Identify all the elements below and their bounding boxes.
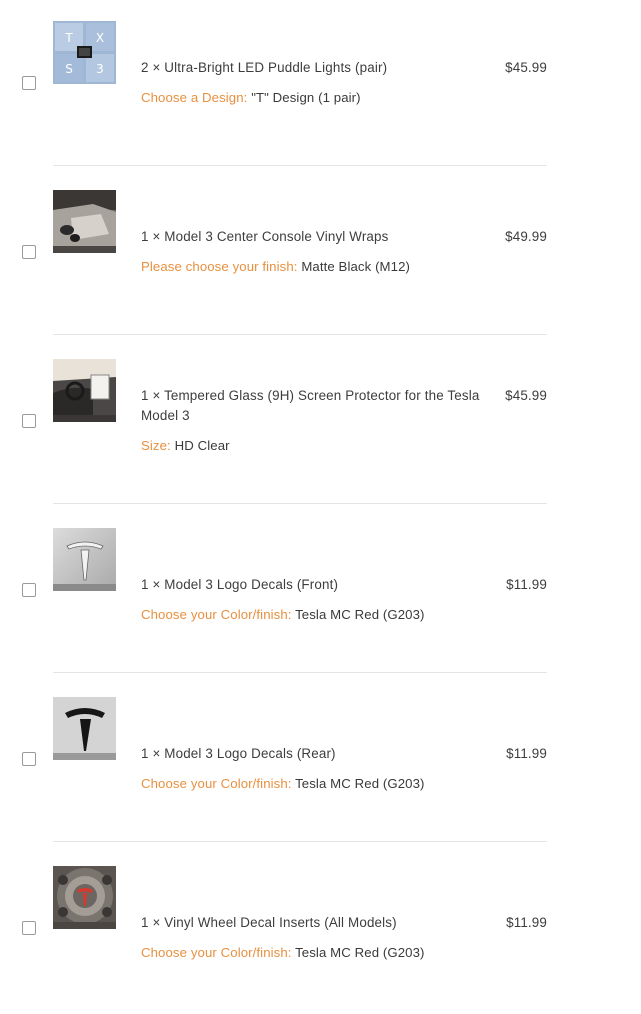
item-title[interactable]: 1 × Model 3 Logo Decals (Rear): [141, 744, 491, 764]
item-info: 1 × Model 3 Center Console Vinyl Wraps P…: [141, 227, 491, 277]
puddle-lights-thumbnail[interactable]: T X S 3: [53, 21, 116, 84]
item-info: 1 × Model 3 Logo Decals (Front) Choose y…: [141, 575, 491, 625]
item-price: $11.99: [506, 577, 547, 592]
item-checkbox[interactable]: [22, 76, 36, 90]
item-option: Please choose your finish: Matte Black (…: [141, 257, 491, 277]
item-option: Choose your Color/finish: Tesla MC Red (…: [141, 774, 491, 794]
item-option: Choose your Color/finish: Tesla MC Red (…: [141, 605, 491, 625]
screen-protector-thumbnail[interactable]: [53, 359, 116, 422]
item-checkbox[interactable]: [22, 414, 36, 428]
svg-text:S: S: [65, 62, 73, 76]
logo-decal-front-thumbnail[interactable]: [53, 528, 116, 591]
option-label: Choose your Color/finish:: [141, 945, 292, 960]
item-title[interactable]: 1 × Vinyl Wheel Decal Inserts (All Model…: [141, 913, 491, 933]
item-checkbox[interactable]: [22, 921, 36, 935]
option-value: Tesla MC Red (G203): [295, 945, 425, 960]
item-price: $11.99: [506, 915, 547, 930]
item-info: 1 × Model 3 Logo Decals (Rear) Choose yo…: [141, 744, 491, 794]
order-items-list: T X S 3 2 × Ultra-Bright LED Puddle Ligh…: [0, 0, 641, 1014]
list-item: 1 × Vinyl Wheel Decal Inserts (All Model…: [0, 845, 641, 1014]
item-price: $49.99: [505, 229, 547, 244]
option-label: Size:: [141, 438, 171, 453]
option-label: Choose a Design:: [141, 90, 248, 105]
option-value: HD Clear: [174, 438, 230, 453]
list-item: T X S 3 2 × Ultra-Bright LED Puddle Ligh…: [0, 0, 641, 169]
list-item: 1 × Model 3 Center Console Vinyl Wraps P…: [0, 169, 641, 338]
option-value: Tesla MC Red (G203): [295, 607, 425, 622]
item-title[interactable]: 1 × Tempered Glass (9H) Screen Protector…: [141, 386, 491, 426]
item-title[interactable]: 1 × Model 3 Logo Decals (Front): [141, 575, 491, 595]
logo-decal-rear-thumbnail[interactable]: [53, 697, 116, 760]
item-price: $11.99: [506, 746, 547, 761]
item-info: 1 × Vinyl Wheel Decal Inserts (All Model…: [141, 913, 491, 963]
svg-text:X: X: [96, 31, 104, 45]
item-checkbox[interactable]: [22, 752, 36, 766]
item-option: Choose a Design: "T" Design (1 pair): [141, 88, 491, 108]
item-title[interactable]: 2 × Ultra-Bright LED Puddle Lights (pair…: [141, 58, 491, 78]
item-info: 1 × Tempered Glass (9H) Screen Protector…: [141, 386, 491, 456]
center-console-thumbnail[interactable]: [53, 190, 116, 253]
list-item: 1 × Model 3 Logo Decals (Front) Choose y…: [0, 507, 641, 676]
item-option: Choose your Color/finish: Tesla MC Red (…: [141, 943, 491, 963]
option-value: "T" Design (1 pair): [251, 90, 361, 105]
option-label: Please choose your finish:: [141, 259, 298, 274]
item-price: $45.99: [505, 388, 547, 403]
option-value: Matte Black (M12): [301, 259, 411, 274]
item-title[interactable]: 1 × Model 3 Center Console Vinyl Wraps: [141, 227, 491, 247]
svg-text:3: 3: [96, 62, 104, 76]
item-checkbox[interactable]: [22, 583, 36, 597]
wheel-decal-thumbnail[interactable]: [53, 866, 116, 929]
item-price: $45.99: [505, 60, 547, 75]
option-label: Choose your Color/finish:: [141, 607, 292, 622]
list-item: 1 × Tempered Glass (9H) Screen Protector…: [0, 338, 641, 507]
item-checkbox[interactable]: [22, 245, 36, 259]
svg-text:T: T: [64, 31, 73, 45]
option-value: Tesla MC Red (G203): [295, 776, 425, 791]
item-option: Size: HD Clear: [141, 436, 491, 456]
item-info: 2 × Ultra-Bright LED Puddle Lights (pair…: [141, 58, 491, 108]
option-label: Choose your Color/finish:: [141, 776, 292, 791]
list-item: 1 × Model 3 Logo Decals (Rear) Choose yo…: [0, 676, 641, 845]
